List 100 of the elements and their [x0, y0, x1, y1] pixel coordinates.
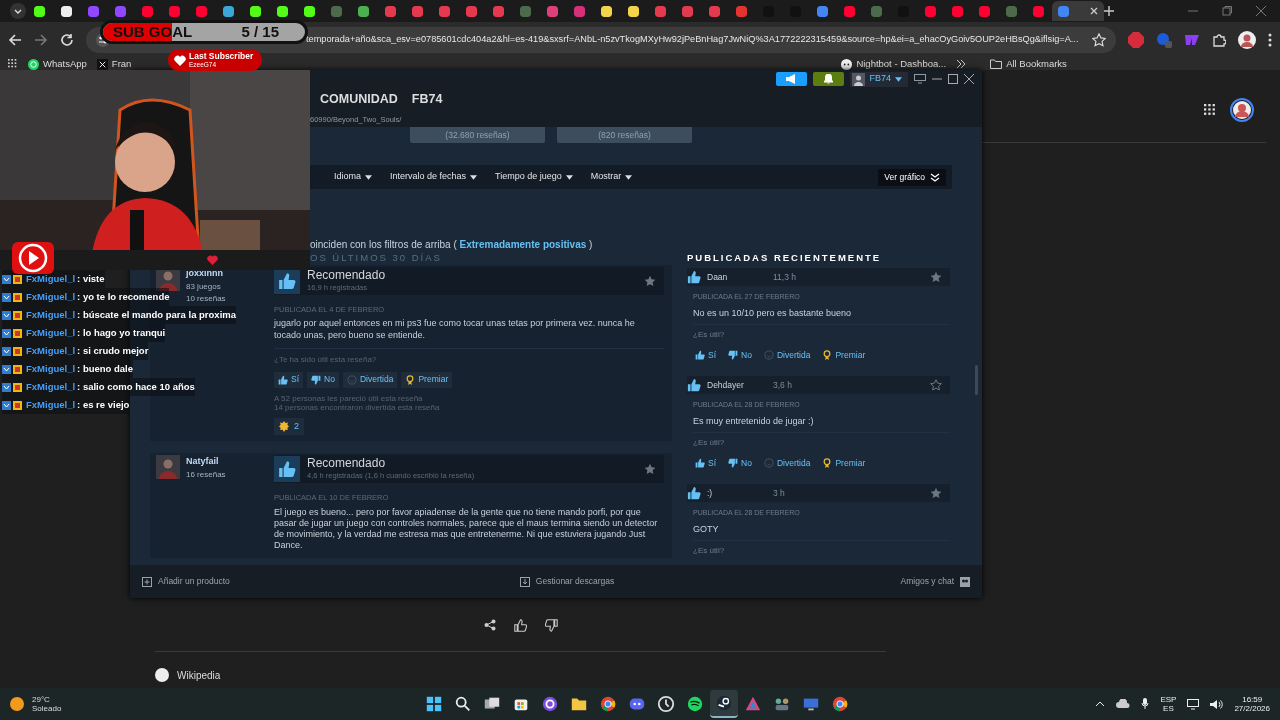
reviews-count[interactable]: 16 reseñas	[186, 468, 226, 481]
author-name[interactable]: :)	[707, 486, 767, 500]
puzzle-icon[interactable]	[1212, 33, 1226, 47]
all-bookmarks[interactable]: All Bookmarks	[990, 56, 1067, 72]
thumbs-up-icon	[695, 350, 705, 360]
star-icon[interactable]	[930, 271, 942, 283]
language-indicator[interactable]: ESP ES	[1160, 694, 1177, 714]
forward-icon[interactable]	[34, 33, 48, 47]
author-name[interactable]: Daan	[707, 270, 767, 284]
badge-icon	[2, 382, 11, 392]
profile-avatar[interactable]	[1238, 31, 1256, 49]
filter-dropdown[interactable]: Mostrar	[590, 170, 633, 184]
vote-button[interactable]: Premiar	[818, 347, 870, 363]
avatar	[852, 72, 866, 86]
vote-button[interactable]: Sí	[274, 371, 304, 388]
graph-button[interactable]: Ver gráfico	[878, 168, 946, 186]
chevron-up-icon[interactable]	[1095, 701, 1106, 707]
avatar[interactable]	[156, 455, 180, 480]
badge-icon	[2, 274, 11, 284]
account-menu[interactable]: FB74	[850, 71, 908, 87]
nav-link[interactable]: COMUNIDAD	[320, 90, 398, 109]
download-icon	[519, 576, 530, 587]
monitor-icon[interactable]	[914, 74, 926, 84]
verdict: Recomendado	[307, 457, 387, 471]
caret-icon	[365, 174, 372, 180]
extension-icon[interactable]	[1184, 32, 1200, 48]
author-name[interactable]: Dehdayer	[707, 378, 767, 392]
close-icon[interactable]	[1090, 7, 1098, 15]
bookmark-star-icon[interactable]	[1092, 33, 1106, 47]
nav-link[interactable]: FB74	[411, 90, 443, 109]
star-icon[interactable]	[644, 275, 656, 287]
footer-button[interactable]: Gestionar descargas	[519, 575, 615, 588]
back-icon[interactable]	[8, 33, 22, 47]
caret-icon	[470, 174, 478, 180]
cloud-icon[interactable]	[1116, 699, 1131, 709]
bookmark[interactable]: Nightbot - Dashboa...	[841, 56, 947, 72]
vote-button[interactable]: Sí	[691, 455, 721, 471]
verdict: Recomendado	[307, 268, 386, 282]
weather-widget[interactable]: 29°C Soleado	[10, 694, 62, 714]
filter-dropdown[interactable]: Tiempo de juego	[495, 170, 573, 184]
thumbs-up-icon[interactable]	[513, 619, 527, 632]
restore-icon[interactable]	[1222, 6, 1232, 16]
speaker-icon[interactable]	[1210, 698, 1224, 710]
helpful-question: ¿Es útil?	[693, 329, 726, 341]
award-count[interactable]: 2	[274, 417, 304, 436]
thumbs-up-icon	[274, 456, 300, 483]
start-icon	[425, 695, 443, 713]
result-title[interactable]: Wikipedia	[177, 667, 221, 683]
vote-button[interactable]: Divertida	[759, 347, 815, 363]
browser-icon	[599, 695, 617, 713]
profile-avatar[interactable]	[1230, 98, 1254, 122]
thumbs-down-icon[interactable]	[544, 619, 558, 632]
footer-button[interactable]: Amigos y chat	[900, 575, 970, 588]
games-count[interactable]: 83 juegos	[186, 280, 226, 293]
tab-search-icon[interactable]	[10, 3, 26, 19]
star-icon[interactable]	[930, 487, 942, 499]
close-icon[interactable]	[964, 74, 974, 84]
vote-button[interactable]: Divertida	[759, 455, 815, 471]
vote-button[interactable]: No	[724, 455, 756, 471]
bookmark[interactable]: WhatsApp	[28, 56, 87, 72]
close-icon[interactable]	[1256, 6, 1266, 16]
notifications-button[interactable]	[813, 72, 845, 86]
more-icon[interactable]	[956, 59, 967, 69]
author-name[interactable]: joxxinnn	[186, 267, 226, 281]
review-text: Es muy entretenido de jugar :)	[693, 414, 950, 433]
monitor-icon[interactable]	[1187, 698, 1200, 710]
scrollbar-thumb[interactable]	[975, 365, 978, 395]
reviews-count[interactable]: 10 reseñas	[186, 292, 226, 305]
chat-message: FxMiguel_l : lo hago yo tranqui	[2, 324, 166, 342]
vote-button[interactable]: Premiar	[401, 371, 453, 388]
badge-icon	[2, 328, 11, 338]
clock[interactable]: 16:59 27/2/2026	[1234, 694, 1270, 714]
vote-button[interactable]: Divertida	[342, 371, 398, 388]
new-tab-icon[interactable]	[1104, 6, 1114, 16]
menu-icon[interactable]	[1268, 33, 1272, 47]
star-icon[interactable]	[930, 379, 942, 391]
vote-button[interactable]: No	[724, 347, 756, 363]
vote-button[interactable]: Premiar	[818, 455, 870, 471]
apps-icon[interactable]	[8, 59, 18, 69]
reload-icon[interactable]	[60, 33, 74, 47]
filter-dropdown[interactable]: Intervalo de fechas	[390, 170, 478, 184]
apps-icon[interactable]	[1204, 104, 1216, 116]
maximize-icon[interactable]	[948, 74, 958, 84]
thumbs-up-icon	[278, 374, 288, 385]
star-icon[interactable]	[644, 463, 656, 476]
vote-button[interactable]: Sí	[691, 347, 721, 363]
badge-icon	[2, 346, 11, 356]
announcements-button[interactable]	[776, 72, 808, 86]
extension-icon[interactable]	[1156, 32, 1172, 48]
filter-dropdown[interactable]: Idioma	[334, 170, 372, 184]
author-name[interactable]: Natyfail	[186, 455, 226, 469]
vote-button[interactable]: No	[307, 371, 339, 388]
taskbar-app[interactable]	[710, 690, 738, 718]
footer-button[interactable]: Añadir un producto	[142, 575, 230, 588]
microphone-icon[interactable]	[1141, 698, 1150, 710]
adblock-icon[interactable]	[1128, 32, 1144, 48]
share-icon[interactable]	[483, 619, 496, 631]
chat-bubble-icon	[28, 58, 39, 70]
bookmark[interactable]: Fran	[96, 56, 132, 72]
site-icon	[155, 668, 169, 682]
